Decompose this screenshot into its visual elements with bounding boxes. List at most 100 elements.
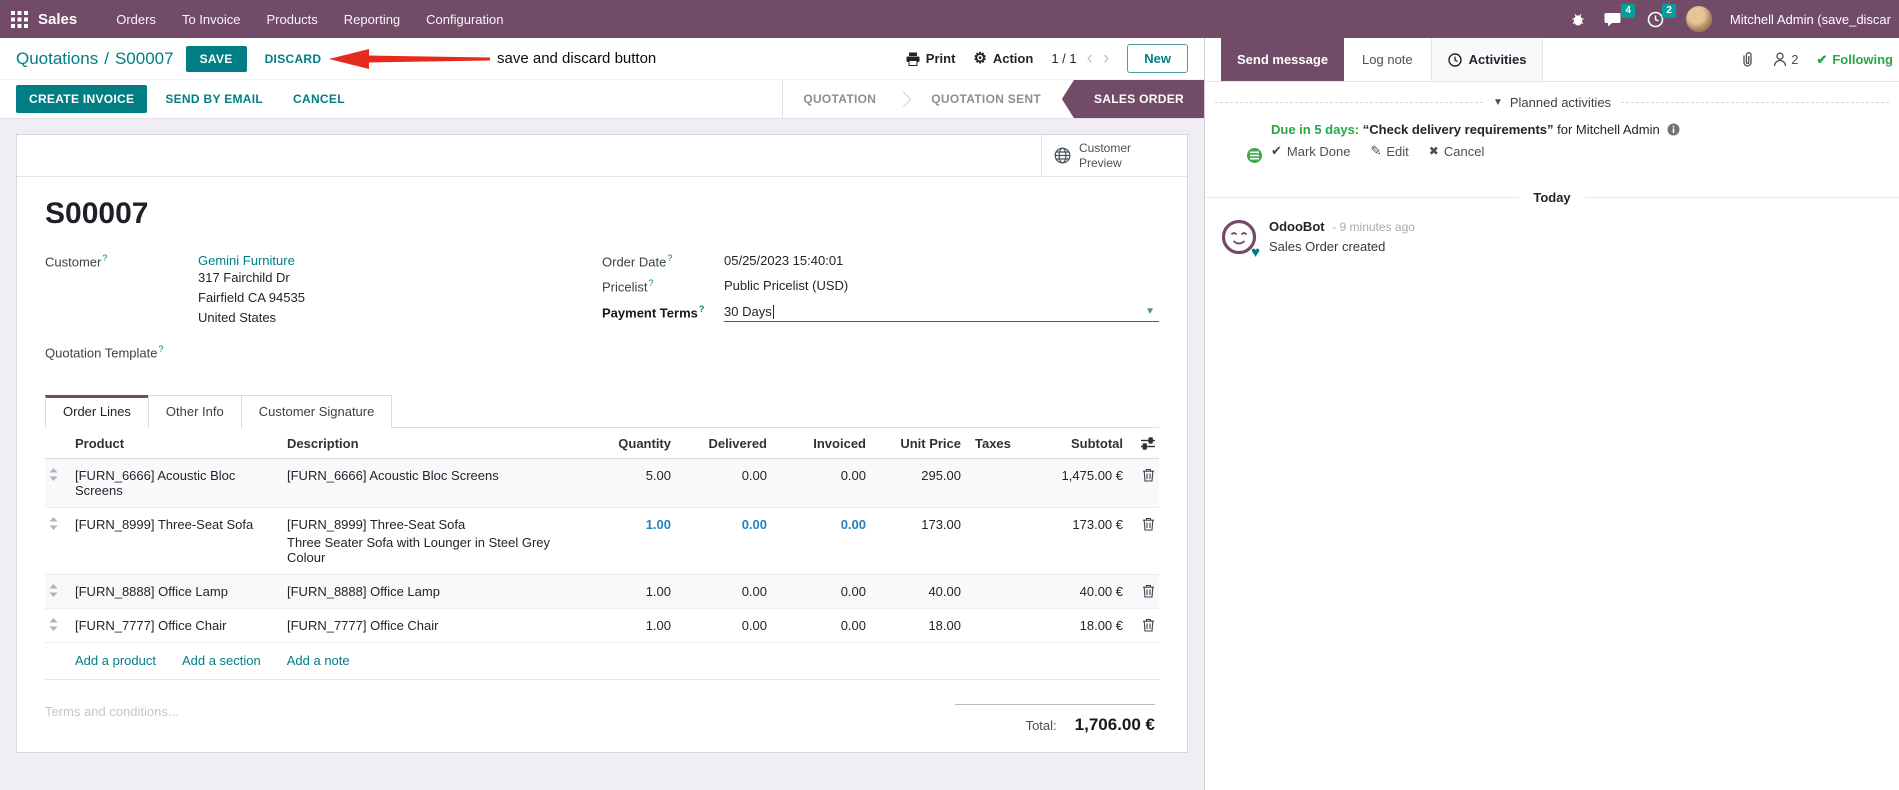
order-line-row[interactable]: [FURN_8999] Three-Seat Sofa [FURN_8999] …: [45, 507, 1159, 575]
edit-activity-button[interactable]: ✎ Edit: [1370, 143, 1408, 159]
pager-previous-icon[interactable]: ‹: [1087, 49, 1093, 68]
delete-line-icon[interactable]: [1127, 608, 1159, 643]
pager-next-icon[interactable]: ›: [1103, 49, 1109, 68]
dropdown-caret-icon[interactable]: ▼: [1145, 306, 1155, 317]
create-invoice-button[interactable]: CREATE INVOICE: [16, 85, 148, 113]
delivered-column-header[interactable]: Delivered: [675, 427, 771, 459]
product-column-header[interactable]: Product: [71, 427, 283, 459]
user-avatar[interactable]: [1685, 6, 1712, 32]
nav-menu-configuration[interactable]: Configuration: [413, 0, 516, 38]
messages-icon[interactable]: 4: [1604, 3, 1635, 28]
nav-menu-products[interactable]: Products: [253, 0, 330, 38]
add-note-link[interactable]: Add a note: [287, 653, 350, 668]
customer-link[interactable]: Gemini Furniture: [198, 253, 295, 268]
cell-taxes[interactable]: [965, 574, 1027, 609]
subtotal-column-header[interactable]: Subtotal: [1027, 427, 1127, 459]
print-button[interactable]: Print: [906, 51, 955, 66]
discard-button[interactable]: DISCARD: [255, 46, 332, 72]
cell-product[interactable]: [FURN_8999] Three-Seat Sofa: [71, 507, 283, 575]
cell-delivered[interactable]: 0.00: [675, 458, 771, 508]
log-note-button[interactable]: Log note: [1344, 38, 1431, 81]
tab-other-info[interactable]: Other Info: [147, 394, 242, 428]
drag-handle-icon[interactable]: [45, 458, 71, 508]
cell-quantity[interactable]: 5.00: [585, 458, 675, 508]
delete-line-icon[interactable]: [1127, 458, 1159, 508]
mark-done-button[interactable]: ✔ Mark Done: [1271, 143, 1350, 159]
delete-line-icon[interactable]: [1127, 507, 1159, 575]
cell-delivered[interactable]: 0.00: [675, 608, 771, 643]
cell-taxes[interactable]: [965, 507, 1027, 575]
planned-activities-header[interactable]: ▼ Planned activities: [1205, 95, 1899, 110]
unit-price-column-header[interactable]: Unit Price: [870, 427, 965, 459]
send-by-email-button[interactable]: SEND BY EMAIL: [153, 85, 275, 113]
customer-preview-button[interactable]: Customer Preview: [1041, 135, 1187, 176]
delete-line-icon[interactable]: [1127, 574, 1159, 609]
cell-quantity[interactable]: 1.00: [585, 574, 675, 609]
cell-description[interactable]: [FURN_8999] Three-Seat Sofa Three Seater…: [283, 507, 585, 575]
taxes-column-header[interactable]: Taxes: [965, 427, 1027, 459]
cell-description[interactable]: [FURN_6666] Acoustic Bloc Screens: [283, 458, 585, 508]
following-button[interactable]: ✔ Following: [1816, 52, 1893, 68]
breadcrumb-quotations[interactable]: Quotations: [16, 49, 98, 69]
cell-description[interactable]: [FURN_7777] Office Chair: [283, 608, 585, 643]
cell-taxes[interactable]: [965, 608, 1027, 643]
cell-delivered[interactable]: 0.00: [675, 574, 771, 609]
send-message-button[interactable]: Send message: [1221, 38, 1345, 81]
cell-invoiced[interactable]: 0.00: [771, 458, 870, 508]
cancel-activity-button[interactable]: ✖ Cancel: [1429, 143, 1485, 159]
message-author[interactable]: OdooBot: [1269, 219, 1325, 234]
cell-taxes[interactable]: [965, 458, 1027, 508]
cell-quantity[interactable]: 1.00: [585, 507, 675, 575]
cancel-button[interactable]: CANCEL: [281, 85, 357, 113]
cell-description[interactable]: [FURN_8888] Office Lamp: [283, 574, 585, 609]
cell-product[interactable]: [FURN_8888] Office Lamp: [71, 574, 283, 609]
drag-handle-icon[interactable]: [45, 507, 71, 575]
cell-invoiced[interactable]: 0.00: [771, 574, 870, 609]
stage-quotation-sent[interactable]: QUOTATION SENT: [911, 80, 1061, 118]
app-name[interactable]: Sales: [38, 11, 77, 28]
nav-menu-to-invoice[interactable]: To Invoice: [169, 0, 254, 38]
action-button[interactable]: ⚙ Action: [973, 51, 1033, 66]
cell-unit-price[interactable]: 40.00: [870, 574, 965, 609]
stage-quotation[interactable]: QUOTATION: [783, 80, 896, 118]
description-column-header[interactable]: Description: [283, 427, 585, 459]
add-section-link[interactable]: Add a section: [182, 653, 261, 668]
payment-terms-input[interactable]: 30 Days ▼: [724, 304, 1159, 322]
tab-order-lines[interactable]: Order Lines: [45, 394, 149, 428]
drag-handle-icon[interactable]: [45, 574, 71, 609]
apps-grid-icon[interactable]: [0, 0, 38, 38]
cell-unit-price[interactable]: 295.00: [870, 458, 965, 508]
cell-unit-price[interactable]: 173.00: [870, 507, 965, 575]
activities-icon[interactable]: 2: [1647, 3, 1676, 28]
terms-placeholder[interactable]: Terms and conditions...: [45, 704, 179, 735]
bug-icon[interactable]: [1570, 11, 1586, 27]
save-button[interactable]: SAVE: [185, 45, 247, 72]
nav-menu-reporting[interactable]: Reporting: [331, 0, 413, 38]
cell-invoiced[interactable]: 0.00: [771, 507, 870, 575]
quantity-column-header[interactable]: Quantity: [585, 427, 675, 459]
invoiced-column-header[interactable]: Invoiced: [771, 427, 870, 459]
info-icon[interactable]: [1667, 123, 1680, 136]
tab-customer-signature[interactable]: Customer Signature: [240, 394, 393, 428]
pricelist-value[interactable]: Public Pricelist (USD): [724, 278, 848, 294]
followers-button[interactable]: 2: [1773, 52, 1798, 67]
order-line-row[interactable]: [FURN_7777] Office Chair [FURN_7777] Off…: [45, 608, 1159, 643]
nav-menu-orders[interactable]: Orders: [103, 0, 169, 38]
drag-handle-icon[interactable]: [45, 608, 71, 643]
cell-unit-price[interactable]: 18.00: [870, 608, 965, 643]
optional-columns-header[interactable]: [1127, 427, 1159, 459]
attachment-icon[interactable]: [1740, 51, 1755, 68]
stage-sales-order[interactable]: SALES ORDER: [1062, 80, 1204, 118]
user-menu[interactable]: Mitchell Admin (save_discar: [1730, 12, 1891, 27]
add-product-link[interactable]: Add a product: [75, 653, 156, 668]
cell-invoiced[interactable]: 0.00: [771, 608, 870, 643]
cell-product[interactable]: [FURN_6666] Acoustic Bloc Screens: [71, 458, 283, 508]
new-button[interactable]: New: [1127, 44, 1188, 73]
order-line-row[interactable]: [FURN_8888] Office Lamp [FURN_8888] Offi…: [45, 574, 1159, 609]
order-date-value[interactable]: 05/25/2023 15:40:01: [724, 253, 843, 269]
cell-quantity[interactable]: 1.00: [585, 608, 675, 643]
cell-delivered[interactable]: 0.00: [675, 507, 771, 575]
activities-button[interactable]: Activities: [1430, 38, 1544, 81]
order-line-row[interactable]: [FURN_6666] Acoustic Bloc Screens [FURN_…: [45, 458, 1159, 508]
cell-product[interactable]: [FURN_7777] Office Chair: [71, 608, 283, 643]
